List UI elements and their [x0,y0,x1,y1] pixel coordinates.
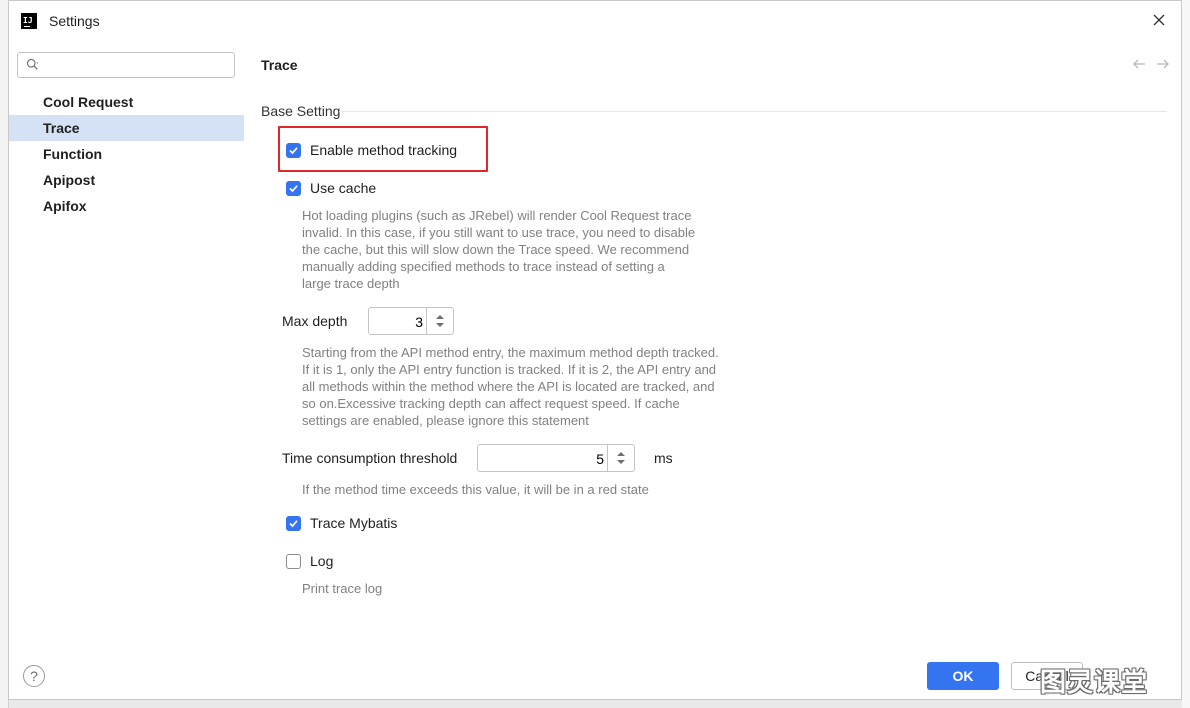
settings-content: Trace Base Setting Enable method trackin… [259,41,1174,649]
sidebar-item-label: Apipost [43,172,96,188]
sidebar-item-function[interactable]: Function [9,141,244,167]
log-checkbox[interactable] [286,553,301,569]
arrow-right-icon [1157,59,1169,69]
watermark-logo: 图灵课堂 [1040,668,1149,698]
time-threshold-input[interactable] [478,448,606,470]
enable-tracking-label: Enable method tracking [310,142,458,158]
max-depth-help: Starting from the API method entry, the … [302,344,742,429]
help-line: Starting from the API method entry, the … [302,345,719,360]
sidebar-item-label: Cool Request [43,94,134,110]
max-depth-input[interactable] [369,311,425,333]
trace-mybatis-label: Trace Mybatis [310,515,398,531]
use-cache-checkbox[interactable] [286,180,301,196]
help-line: manually adding specified methods to tra… [302,259,665,274]
sidebar-item-apipost[interactable]: Apipost [9,167,244,193]
close-button[interactable] [1151,11,1167,29]
sidebar-item-label: Apifox [43,198,87,214]
log-label: Log [310,553,334,569]
checkmark-icon [289,519,298,527]
help-line: If it is 1, only the API entry function … [302,362,717,377]
arrow-left-icon [1133,59,1145,69]
settings-dialog: IJ Settings Cool Request Trace Function … [8,0,1182,700]
page-title: Trace [261,57,298,73]
section-title: Base Setting [261,103,341,119]
history-nav [1130,57,1174,75]
time-threshold-help: If the method time exceeds this value, i… [302,482,649,497]
checkmark-icon [289,184,298,192]
max-depth-spinner[interactable] [368,307,454,335]
use-cache-label: Use cache [310,180,377,196]
help-line: invalid. In this case, if you still want… [302,225,696,240]
settings-nav: Cool Request Trace Function Apipost Apif… [9,89,244,219]
forward-button[interactable] [1154,57,1172,75]
enable-tracking-row[interactable]: Enable method tracking [286,140,457,160]
help-line: all methods within the method where the … [302,379,715,394]
background-right-strip [1182,0,1190,708]
section-divider [339,111,1167,112]
time-threshold-label: Time consumption threshold [282,450,458,466]
time-threshold-stepper[interactable] [607,445,634,471]
sidebar-item-label: Trace [43,120,80,136]
max-depth-label: Max depth [282,313,348,329]
window-title: Settings [49,13,100,29]
log-row[interactable]: Log [286,551,333,571]
help-line: Hot loading plugins (such as JRebel) wil… [302,208,692,223]
help-line: large trace depth [302,276,400,291]
max-depth-stepper[interactable] [426,308,453,334]
help-button[interactable]: ? [23,665,45,687]
sidebar-item-label: Function [43,146,103,162]
up-down-arrows-icon [617,452,625,464]
sidebar-item-trace[interactable]: Trace [9,115,244,141]
use-cache-help: Hot loading plugins (such as JRebel) wil… [302,207,742,292]
settings-sidebar: Cool Request Trace Function Apipost Apif… [9,41,244,649]
sidebar-item-cool-request[interactable]: Cool Request [9,89,244,115]
time-threshold-unit: ms [654,450,673,466]
title-bar: IJ Settings [9,1,1181,41]
search-box[interactable] [17,52,235,78]
checkmark-icon [289,146,298,154]
trace-mybatis-checkbox[interactable] [286,515,301,531]
help-line: so on.Excessive tracking depth can affec… [302,396,680,411]
time-threshold-spinner[interactable] [477,444,635,472]
search-icon [26,58,39,70]
up-down-arrows-icon [436,315,444,327]
ok-button[interactable]: OK [927,662,999,690]
dialog-footer: ? OK Cancel [9,649,1181,701]
sidebar-item-apifox[interactable]: Apifox [9,193,244,219]
intellij-idea-icon: IJ [21,13,37,29]
trace-mybatis-row[interactable]: Trace Mybatis [286,513,397,533]
help-line: settings are enabled, please ignore this… [302,413,589,428]
log-help: Print trace log [302,581,383,596]
back-button[interactable] [1130,57,1148,75]
help-line: the cache, but this will slow down the T… [302,242,690,257]
close-icon [1153,14,1165,26]
search-input[interactable] [48,56,232,76]
use-cache-row[interactable]: Use cache [286,178,376,198]
enable-tracking-checkbox[interactable] [286,142,301,158]
